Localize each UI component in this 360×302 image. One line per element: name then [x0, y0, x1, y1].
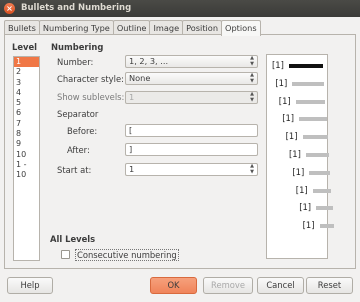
- tab-numbering-type[interactable]: Numbering Type: [38, 20, 114, 35]
- preview-text-line: [312, 188, 332, 193]
- startat-value: 1: [129, 164, 135, 174]
- window-title: Bullets and Numbering: [21, 3, 132, 13]
- preview-number: [1]: [285, 131, 298, 142]
- sublevels-label: Show sublevels:: [57, 92, 125, 102]
- before-input[interactable]: [: [125, 124, 258, 137]
- level-item[interactable]: 3: [14, 78, 39, 88]
- level-item[interactable]: 7: [14, 119, 39, 129]
- level-item[interactable]: 8: [14, 129, 39, 139]
- spin-arrows-icon: ▲ ▼: [250, 72, 254, 84]
- preview-number: [1]: [292, 166, 305, 177]
- consecutive-label[interactable]: Consecutive numbering: [75, 249, 179, 261]
- level-item[interactable]: 1: [14, 57, 39, 68]
- startat-label: Start at:: [57, 165, 92, 175]
- consecutive-checkbox[interactable]: [61, 250, 70, 259]
- preview-text-line: [302, 135, 328, 140]
- tab-position[interactable]: Position: [182, 20, 223, 35]
- level-item[interactable]: 2: [14, 67, 39, 77]
- tab-outline[interactable]: Outline: [112, 20, 151, 35]
- number-label: Number:: [57, 57, 94, 67]
- level-item[interactable]: 9: [14, 139, 39, 149]
- spin-arrows-icon: ▲ ▼: [250, 55, 254, 67]
- before-label: Before:: [67, 126, 98, 136]
- remove-button[interactable]: Remove: [203, 277, 253, 294]
- title-bar: × Bullets and Numbering: [0, 0, 360, 17]
- preview-number: [1]: [302, 220, 315, 231]
- cancel-button[interactable]: Cancel: [257, 277, 304, 294]
- charstyle-label: Character style:: [57, 74, 124, 84]
- preview-number: [1]: [295, 184, 308, 195]
- level-heading: Level: [12, 42, 38, 52]
- preview-text-line: [306, 153, 329, 157]
- level-item[interactable]: 1 - 10: [14, 160, 39, 179]
- close-icon[interactable]: ×: [4, 3, 15, 14]
- options-panel: Level 1 2 3 4 5 6 7 8 9 10 1 - 10 Number…: [4, 34, 356, 269]
- all-levels-heading: All Levels: [50, 234, 96, 244]
- help-button[interactable]: Help: [7, 277, 53, 294]
- preview-text-line: [316, 206, 333, 211]
- numbering-heading: Numbering: [51, 42, 104, 52]
- level-item[interactable]: 5: [14, 98, 39, 108]
- preview-number: [1]: [299, 202, 312, 213]
- reset-button[interactable]: Reset: [306, 277, 353, 294]
- number-select[interactable]: 1, 2, 3, ... ▲ ▼: [125, 55, 258, 68]
- level-item[interactable]: 4: [14, 88, 39, 98]
- separator-label: Separator: [57, 109, 99, 119]
- level-item[interactable]: 6: [14, 108, 39, 118]
- preview-number: [1]: [289, 149, 301, 159]
- preview-text-line: [289, 64, 323, 68]
- sublevels-select[interactable]: 1 ▲ ▼: [125, 91, 258, 104]
- after-input[interactable]: ]: [125, 143, 258, 156]
- preview-number: [1]: [278, 95, 291, 106]
- spin-arrows-icon: ▲ ▼: [250, 163, 254, 175]
- tab-options[interactable]: Options: [221, 20, 261, 36]
- preview-number: [1]: [272, 60, 284, 70]
- preview-text-line: [319, 224, 334, 229]
- tab-image[interactable]: Image: [149, 20, 184, 35]
- tab-bar: Bullets Numbering Type Outline Image Pos…: [4, 20, 261, 36]
- charstyle-select[interactable]: None ▲ ▼: [125, 72, 258, 85]
- preview-text-line: [292, 81, 325, 86]
- level-item[interactable]: 10: [14, 150, 39, 160]
- startat-spinbox[interactable]: 1 ▲ ▼: [125, 163, 258, 176]
- after-label: After:: [67, 145, 90, 155]
- preview-text-line: [299, 117, 327, 122]
- level-list[interactable]: 1 2 3 4 5 6 7 8 9 10 1 - 10: [13, 56, 40, 261]
- numbering-preview: [1] [1] [1] [1] [1] [1] [1] [1] [1] [1]: [266, 54, 334, 259]
- tab-bullets[interactable]: Bullets: [4, 20, 40, 35]
- sublevels-value: 1: [129, 92, 135, 102]
- preview-text-line: [309, 170, 331, 175]
- preview-text-line: [295, 99, 326, 104]
- charstyle-value: None: [129, 73, 151, 83]
- ok-button[interactable]: OK: [150, 277, 197, 294]
- preview-number: [1]: [282, 113, 295, 124]
- preview-number: [1]: [275, 77, 288, 88]
- spin-arrows-icon: ▲ ▼: [250, 91, 254, 103]
- number-value: 1, 2, 3, ...: [129, 56, 169, 66]
